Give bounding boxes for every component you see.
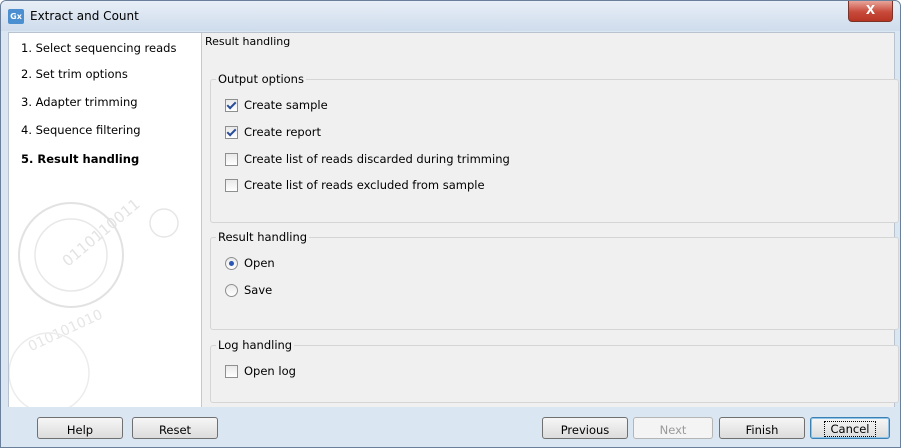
open-radio[interactable]	[225, 256, 238, 270]
help-button[interactable]: Help	[37, 417, 123, 439]
step-trim-options: 2. Set trim options	[21, 67, 128, 81]
dialog-window: Gx Extract and Count X 1. Select sequenc…	[0, 0, 901, 448]
cancel-button[interactable]: Cancel	[810, 417, 890, 439]
create-sample-checkbox[interactable]	[225, 98, 238, 112]
log-handling-legend: Log handling	[216, 338, 295, 352]
create-discarded-list-option[interactable]: Create list of reads discarded during tr…	[225, 152, 510, 166]
save-radio[interactable]	[225, 283, 238, 297]
create-report-checkbox[interactable]	[225, 125, 238, 139]
output-options-legend: Output options	[216, 72, 306, 86]
button-bar: Help Reset Previous Next Finish Cancel	[1, 407, 900, 447]
close-icon: X	[865, 3, 876, 17]
create-sample-option[interactable]: Create sample	[225, 98, 328, 112]
create-sample-label: Create sample	[244, 98, 328, 112]
create-excluded-list-label: Create list of reads excluded from sampl…	[244, 178, 485, 192]
create-report-option[interactable]: Create report	[225, 125, 321, 139]
open-label: Open	[244, 256, 275, 270]
svg-text:010101010: 010101010	[26, 307, 105, 355]
save-label: Save	[244, 283, 273, 297]
create-excluded-list-checkbox[interactable]	[225, 178, 238, 192]
step-result-handling: 5. Result handling	[21, 152, 140, 166]
create-discarded-list-checkbox[interactable]	[225, 152, 238, 166]
step-select-reads: 1. Select sequencing reads	[21, 41, 177, 55]
create-discarded-list-label: Create list of reads discarded during tr…	[244, 152, 510, 166]
svg-text:0110110011: 0110110011	[59, 195, 144, 270]
dialog-body: 1. Select sequencing reads 2. Set trim o…	[8, 32, 899, 408]
open-log-checkbox[interactable]	[225, 364, 238, 378]
reset-button[interactable]: Reset	[132, 417, 218, 439]
watermark-graphic: 0110110011 010101010	[9, 195, 179, 407]
title-bar[interactable]: Gx Extract and Count X	[1, 1, 900, 31]
create-report-label: Create report	[244, 125, 321, 139]
create-excluded-list-option[interactable]: Create list of reads excluded from sampl…	[225, 178, 485, 192]
previous-button[interactable]: Previous	[542, 417, 628, 439]
finish-button[interactable]: Finish	[719, 417, 805, 439]
open-log-option[interactable]: Open log	[225, 364, 296, 378]
page-title: Result handling	[205, 35, 291, 48]
result-handling-group: Result handling Open Save	[210, 230, 899, 330]
result-handling-legend: Result handling	[216, 230, 310, 244]
open-option[interactable]: Open	[225, 256, 275, 270]
wizard-steps-panel: 1. Select sequencing reads 2. Set trim o…	[9, 33, 202, 407]
step-sequence-filtering: 4. Sequence filtering	[21, 123, 141, 137]
window-title: Extract and Count	[30, 9, 139, 23]
log-handling-group: Log handling Open log	[210, 338, 899, 403]
cancel-button-label: Cancel	[823, 421, 877, 437]
save-option[interactable]: Save	[225, 283, 272, 297]
open-log-label: Open log	[244, 364, 296, 378]
app-icon: Gx	[8, 9, 24, 24]
result-handling-panel: Result handling Output options Create sa…	[202, 33, 899, 407]
step-adapter-trimming: 3. Adapter trimming	[21, 95, 138, 109]
next-button: Next	[633, 417, 713, 439]
close-button[interactable]: X	[848, 1, 893, 22]
output-options-group: Output options Create sample Create repo…	[210, 72, 899, 223]
